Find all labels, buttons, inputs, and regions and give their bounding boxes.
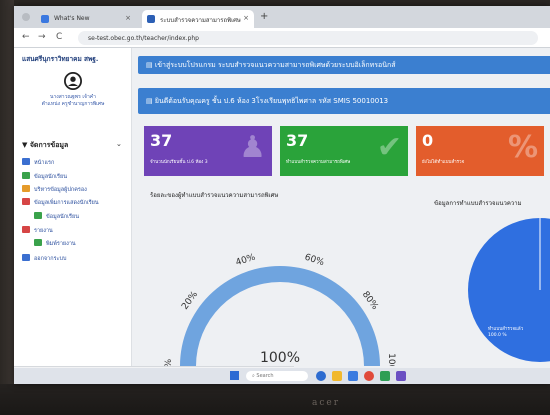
taskbar: ⌕ Search <box>14 368 550 384</box>
sidebar-item[interactable]: พิมพ์รายงาน <box>34 239 76 248</box>
tab-label: ระบบสำรวจความสามารถพิเศษ <box>160 17 241 24</box>
sidebar: แสนศรีนุกราวิทยาคม สพฐ. นางสาวณฐพร เจ้าค… <box>14 48 132 366</box>
sidebar-item-label: พิมพ์รายงาน <box>46 241 76 247</box>
tab-label: What's New <box>54 15 90 22</box>
sidebar-item[interactable]: หน้าแรก <box>22 158 54 167</box>
taskbar-search-label: Search <box>256 373 274 379</box>
pie-slice-label: ทำแบบสำรวจแล้ว <box>488 325 524 332</box>
sidebar-item-label: ข้อมูลนักเรียน <box>46 214 79 220</box>
banner-text: ยินดีต้อนรับคุณครู ชั้น ป.6 ห้อง 3โรงเรี… <box>154 97 389 105</box>
sidebar-item[interactable]: รายงาน <box>22 226 53 235</box>
pie-slice[interactable] <box>468 218 550 362</box>
reload-icon[interactable]: C <box>56 32 62 42</box>
tab-survey-system[interactable]: ระบบสำรวจความสามารถพิเศษ × <box>142 10 254 28</box>
sidebar-item[interactable]: ออกจากระบบ <box>22 254 66 263</box>
shield-icon: ▼ <box>22 141 30 149</box>
card-total-students: ♟ 37 จำนวนนักเรียนชั้น ป.6 ห้อง 3 <box>144 126 272 176</box>
gauge-tick-label: 40% <box>235 252 258 268</box>
tab-favicon-icon <box>147 15 155 23</box>
list-icon: ▤ <box>146 97 155 105</box>
gauge-tick-label: 60% <box>303 253 326 269</box>
tab-whats-new[interactable]: What's New × <box>36 10 136 28</box>
tab-close-icon[interactable]: × <box>125 14 131 22</box>
logout-icon <box>22 254 30 261</box>
card-value: 37 <box>150 131 173 150</box>
windows-start-icon[interactable] <box>230 371 239 380</box>
students-icon <box>22 172 30 179</box>
sidebar-item[interactable]: ข้อมูลนักเรียน <box>22 172 67 181</box>
gauge-tick-label: 80% <box>360 290 380 312</box>
sidebar-item[interactable]: ข้อมูลนักเรียน <box>34 212 79 221</box>
school-name: แสนศรีนุกราวิทยาคม สพฐ. <box>22 55 99 63</box>
tab-favicon-icon <box>41 15 49 23</box>
card-label: จำนวนนักเรียนชั้น ป.6 ห้อง 3 <box>150 160 208 165</box>
window-button[interactable] <box>22 13 30 21</box>
address-bar[interactable]: se-test.obec.go.th/teacher/index.php <box>78 31 538 45</box>
dashboard-icon <box>22 158 30 165</box>
browser-window: What's New × ระบบสำรวจความสามารถพิเศษ × … <box>14 6 550 384</box>
back-icon[interactable]: ← <box>22 32 30 42</box>
sidebar-item-label: ข้อมูลเพิ่มการแสดงนักเรียน <box>34 200 99 206</box>
chevron-down-icon: ⌄ <box>116 140 122 148</box>
taskbar-search[interactable]: ⌕ Search <box>246 371 308 381</box>
check-icon: ✔ <box>376 130 402 165</box>
percent-icon: % <box>507 130 538 165</box>
monitor-bezel <box>0 384 550 415</box>
card-completed: ✔ 37 ทำแบบสำรวจความสามารถพิเศษ <box>280 126 408 176</box>
user-info: นางสาวณฐพร เจ้าคำ ตำแหน่ง ครูชำนาญการพิเ… <box>14 94 132 108</box>
gauge-value-label: 100% <box>260 350 300 366</box>
store-icon[interactable] <box>348 371 358 381</box>
person-icon: ♟ <box>239 130 266 165</box>
card-value: 0 <box>422 131 434 150</box>
menu-header-label: จัดการข้อมูล <box>29 141 69 149</box>
sidebar-item-label: ข้อมูลนักเรียน <box>34 174 67 180</box>
new-tab-button[interactable]: + <box>260 11 268 22</box>
welcome-banner: ▤ เข้าสู่ระบบโปรแกรม ระบบสำรวจแนวความสาม… <box>138 56 550 74</box>
sidebar-item-label: ออกจากระบบ <box>34 256 67 262</box>
teacher-banner: ▤ ยินดีต้อนรับคุณครู ชั้น ป.6 ห้อง 3โรงเ… <box>138 88 550 114</box>
user-name: นางสาวณฐพร เจ้าคำ <box>50 94 96 100</box>
list-icon <box>34 212 42 219</box>
sidebar-item-label: บริหารข้อมูลผู้ปกครอง <box>34 187 87 193</box>
monitor-brand: acer <box>312 398 341 408</box>
sheets-icon[interactable] <box>380 371 390 381</box>
folder-icon[interactable] <box>332 371 342 381</box>
monitor-bezel-left <box>0 0 14 415</box>
edge-icon[interactable] <box>316 371 326 381</box>
card-not-completed: % 0 ยังไม่ได้ทำแบบสำรวจ <box>416 126 544 176</box>
menu-manage-data[interactable]: ▼ จัดการข้อมูล ⌄ <box>22 140 122 151</box>
list-icon: ▤ <box>146 61 155 69</box>
gauge-title: ร้อยละของผู้ทำแบบสำรวจแนวความสามารถพิเศษ <box>150 192 279 199</box>
banner-text: เข้าสู่ระบบโปรแกรม ระบบสำรวจแนวความสามาร… <box>154 61 396 69</box>
gauge-chart: 0% 20% 40% 60% 80% 100% 100% <box>164 252 396 366</box>
pie-chart: ทำแบบสำรวจแล้ว100.0 % <box>468 218 550 362</box>
card-label: ทำแบบสำรวจความสามารถพิเศษ <box>286 160 351 165</box>
gauge-tick-label: 20% <box>180 289 200 311</box>
card-value: 37 <box>286 131 309 150</box>
print-icon <box>34 239 42 246</box>
pie-slice-value: 100.0 % <box>488 332 507 338</box>
tab-close-icon[interactable]: × <box>243 14 249 22</box>
form-icon <box>22 198 30 205</box>
browser-toolbar: ← → C se-test.obec.go.th/teacher/index.p… <box>14 28 550 48</box>
forward-icon[interactable]: → <box>38 32 46 42</box>
chrome-icon[interactable] <box>364 371 374 381</box>
sidebar-item-label: หน้าแรก <box>34 160 55 166</box>
gauge-tick-label: 100% <box>386 353 396 366</box>
main-content: ▤ เข้าสู่ระบบโปรแกรม ระบบสำรวจแนวความสาม… <box>132 48 550 366</box>
user-role: ตำแหน่ง ครูชำนาญการพิเศษ <box>41 101 105 107</box>
user-avatar-icon <box>64 72 82 90</box>
tab-strip: What's New × ระบบสำรวจความสามารถพิเศษ × … <box>14 6 550 28</box>
report-icon <box>22 226 30 233</box>
gauge-tick-label: 0% <box>164 358 174 366</box>
sidebar-item[interactable]: บริหารข้อมูลผู้ปกครอง <box>22 185 87 194</box>
app-icon[interactable] <box>396 371 406 381</box>
card-label: ยังไม่ได้ทำแบบสำรวจ <box>422 160 465 165</box>
parents-icon <box>22 185 30 192</box>
sidebar-item-label: รายงาน <box>34 228 53 234</box>
sidebar-item[interactable]: ข้อมูลเพิ่มการแสดงนักเรียน <box>22 198 99 207</box>
